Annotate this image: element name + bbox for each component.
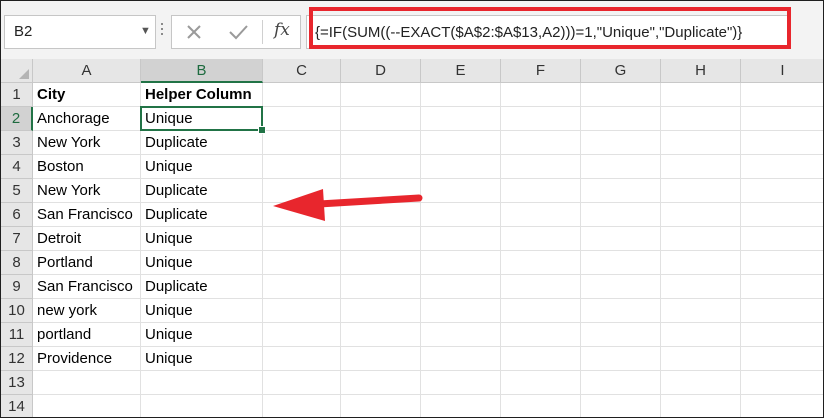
spreadsheet-window: B2 ▼ fx {=IF(SUM((--EXACT($A$2:$A$13,A2)… <box>0 0 824 418</box>
red-arrow-icon <box>273 189 423 221</box>
